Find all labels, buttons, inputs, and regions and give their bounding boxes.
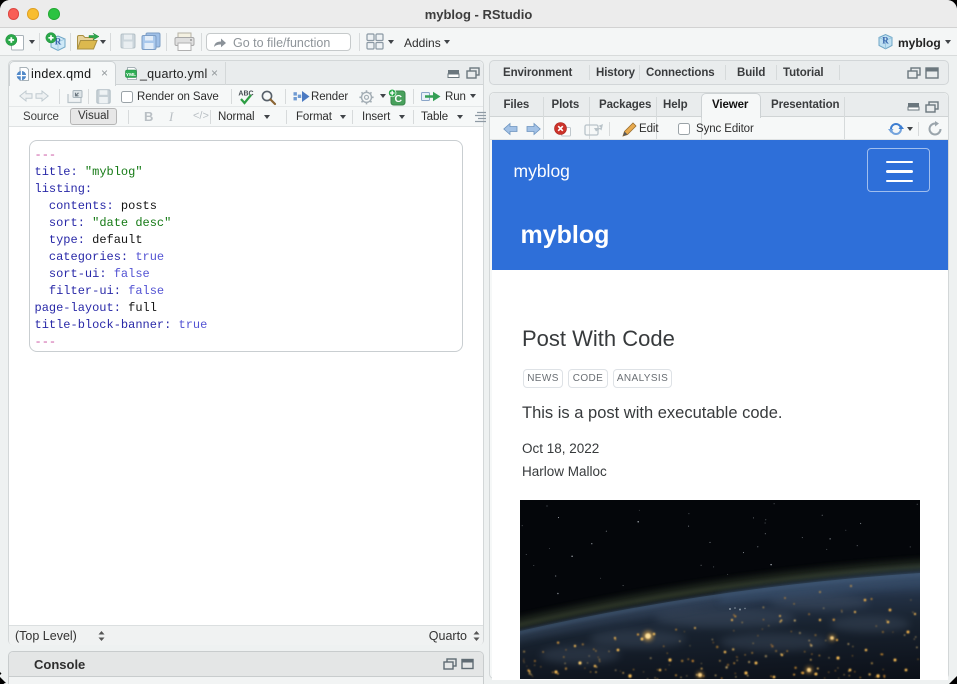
svg-text:ABC: ABC — [238, 91, 253, 98]
svg-text:YML: YML — [126, 72, 136, 78]
svg-text:R: R — [882, 36, 889, 46]
